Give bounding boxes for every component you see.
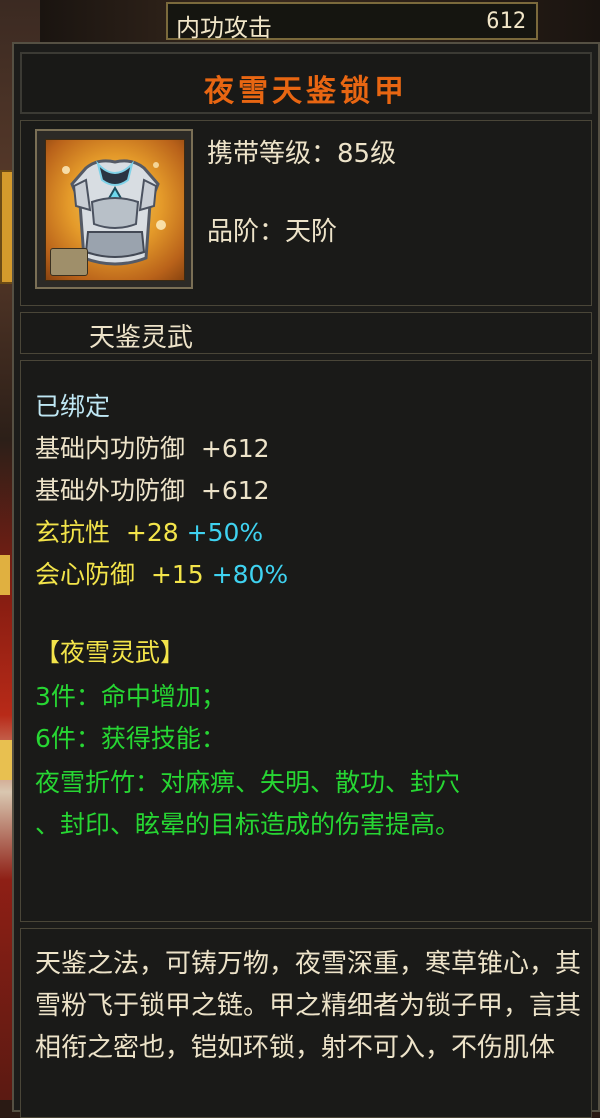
stat-label: 内功攻击 xyxy=(176,14,272,42)
grade-value: 天阶 xyxy=(285,217,338,247)
item-grade: 品阶：天阶 xyxy=(207,211,337,248)
item-name: 夜雪天鉴锁甲 xyxy=(204,74,408,109)
stat-value: 612 xyxy=(486,9,526,34)
grade-label: 品阶： xyxy=(207,217,286,247)
background-ornament xyxy=(0,555,10,595)
bonus-stat-line: 会心防御 +15 +80% xyxy=(35,555,288,591)
stat-value: +28 xyxy=(125,518,179,547)
item-series-name: 天鉴灵武 xyxy=(89,323,194,353)
background-ornament xyxy=(0,740,12,780)
stat-label: 玄抗性 xyxy=(35,518,111,547)
item-description-panel: 天鉴之法，可铸万物，夜雪深重，寒草锥心，其雪粉飞于锁甲之链。甲之精细者为锁子甲，… xyxy=(20,928,592,1118)
bound-status: 已绑定 xyxy=(35,392,111,421)
armor-icon xyxy=(45,139,185,281)
set-bonus-line: 3件：命中增加； xyxy=(35,682,226,711)
stat-value: +612 xyxy=(200,434,270,463)
stat-value: +15 xyxy=(150,560,204,589)
stat-label: 基础内功防御 xyxy=(35,434,186,463)
item-description: 天鉴之法，可铸万物，夜雪深重，寒草锥心，其雪粉飞于锁甲之链。甲之精细者为锁子甲，… xyxy=(35,949,582,1063)
item-title-panel: 夜雪天鉴锁甲 xyxy=(20,52,592,114)
carry-level-label: 携带等级： xyxy=(207,139,338,169)
stat-value: +612 xyxy=(200,476,270,505)
stat-line: 基础外功防御 +612 xyxy=(35,471,270,507)
set-skill-line: 、封印、眩晕的目标造成的伤害提高。 xyxy=(35,810,461,839)
carry-level-value: 85级 xyxy=(337,139,397,169)
item-stats-panel: 已绑定 基础内功防御 +612 基础外功防御 +612 玄抗性 +28 +50%… xyxy=(20,360,592,922)
carry-level: 携带等级：85级 xyxy=(207,133,396,170)
stat-line: 基础内功防御 +612 xyxy=(35,429,270,465)
item-series-panel: 天鉴灵武 xyxy=(20,312,592,354)
item-icon-slot[interactable] xyxy=(35,129,193,289)
stat-label: 会心防御 xyxy=(35,560,136,589)
item-tooltip: 夜雪天鉴锁甲 携带等级：85级 品阶：天阶 天鉴灵武 已绑定 基础内功防御 +6… xyxy=(12,42,600,1118)
lock-icon xyxy=(50,248,88,276)
stat-percent: +80% xyxy=(211,560,289,589)
character-stat-row: 内功攻击 612 xyxy=(166,2,538,42)
set-skill-line: 夜雪折竹：对麻痹、失明、散功、封穴 xyxy=(35,768,461,797)
stat-percent: +50% xyxy=(186,518,264,547)
stat-label: 基础外功防御 xyxy=(35,476,186,505)
bonus-stat-line: 玄抗性 +28 +50% xyxy=(35,513,263,549)
set-bonus-line: 6件：获得技能： xyxy=(35,724,226,753)
set-title: 【夜雪灵武】 xyxy=(35,638,186,667)
item-header-panel: 携带等级：85级 品阶：天阶 xyxy=(20,120,592,306)
